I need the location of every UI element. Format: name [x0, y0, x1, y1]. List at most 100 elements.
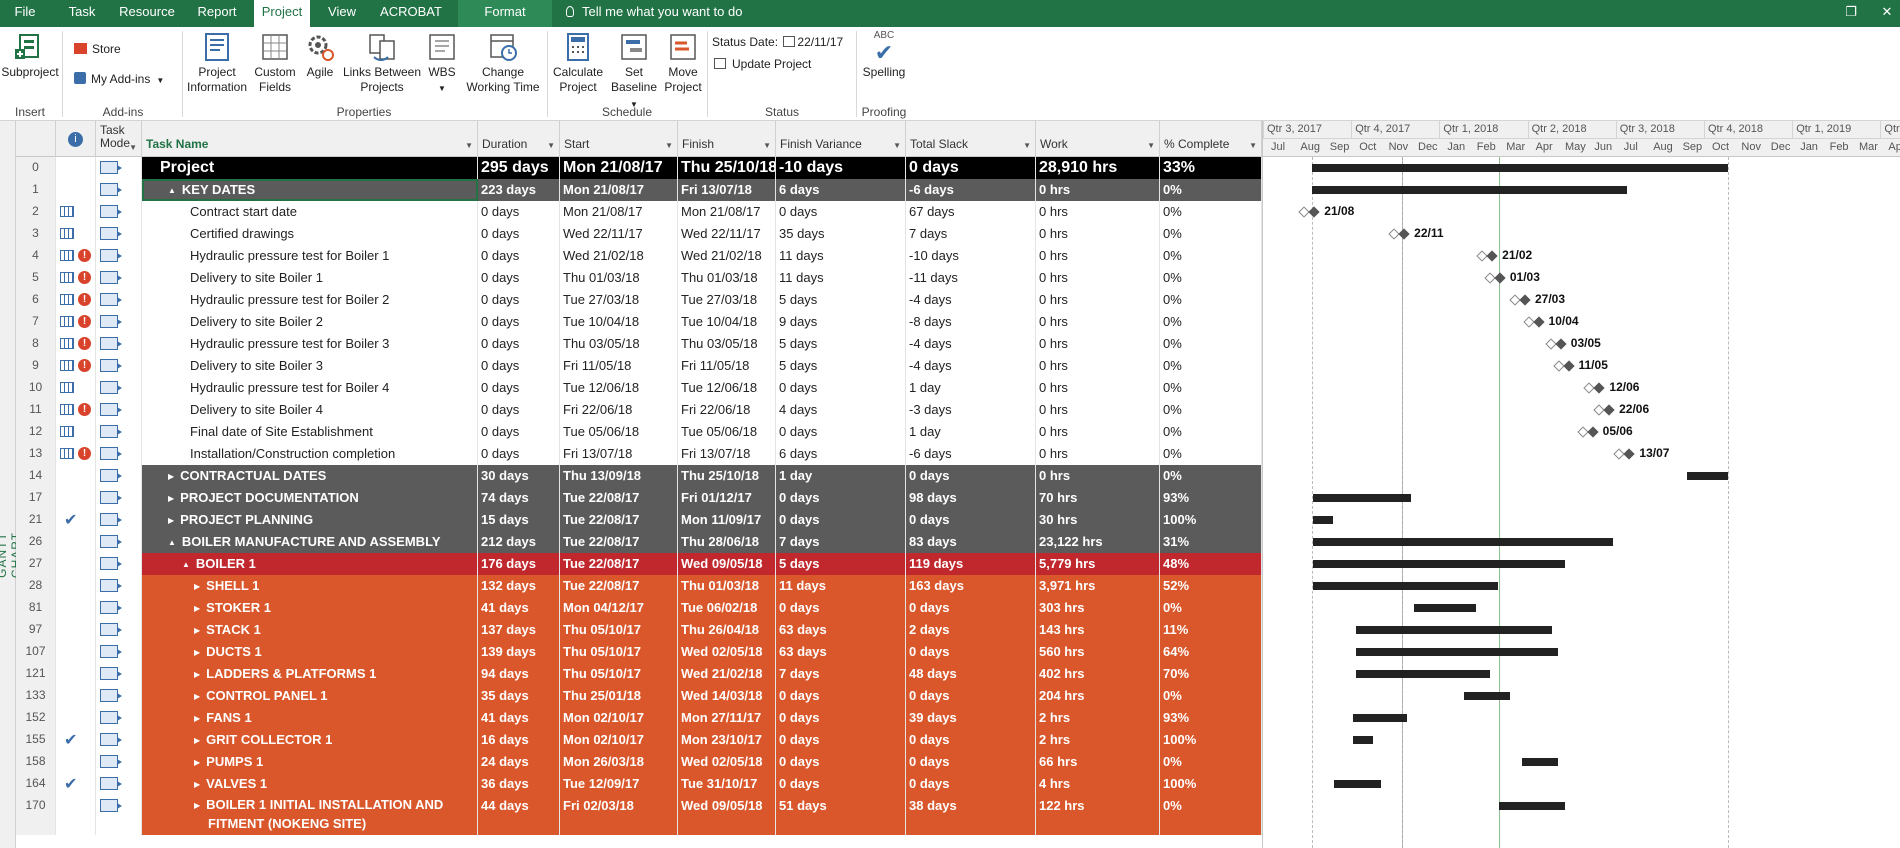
- project-information-button[interactable]: Project Information: [183, 31, 251, 95]
- milestone-marker[interactable]: [1623, 448, 1636, 460]
- row-pct[interactable]: 33%: [1160, 157, 1262, 179]
- row-task-name[interactable]: Hydraulic pressure test for Boiler 3: [142, 333, 478, 355]
- row-pct[interactable]: 0%: [1160, 443, 1262, 465]
- row-slack[interactable]: 0 days: [906, 157, 1036, 179]
- row-finish[interactable]: Thu 01/03/18: [678, 575, 776, 597]
- row-slack[interactable]: -4 days: [906, 355, 1036, 377]
- tell-me-search[interactable]: Tell me what you want to do: [562, 0, 742, 24]
- row-id[interactable]: 2: [16, 201, 56, 223]
- row-duration[interactable]: 0 days: [478, 421, 560, 443]
- row-task-name[interactable]: ▶ DUCTS 1: [142, 641, 478, 663]
- row-pct[interactable]: 0%: [1160, 597, 1262, 619]
- row-id[interactable]: 3: [16, 223, 56, 245]
- row-finish[interactable]: Wed 14/03/18: [678, 685, 776, 707]
- table-row[interactable]: 9! Delivery to site Boiler 30 days Fri 11/…: [16, 355, 1262, 377]
- row-work[interactable]: 204 hrs: [1036, 685, 1160, 707]
- row-task-name[interactable]: ▶ LADDERS & PLATFORMS 1: [142, 663, 478, 685]
- row-id[interactable]: 13: [16, 443, 56, 465]
- row-finish[interactable]: Wed 22/11/17: [678, 223, 776, 245]
- row-duration[interactable]: 176 days: [478, 553, 560, 575]
- row-task-mode[interactable]: [96, 575, 142, 597]
- row-finish[interactable]: Tue 05/06/18: [678, 421, 776, 443]
- row-task-mode[interactable]: [96, 707, 142, 729]
- row-variance[interactable]: 6 days: [776, 179, 906, 201]
- table-row[interactable]: 11! Delivery to site Boiler 40 days Fri 22…: [16, 399, 1262, 421]
- row-duration[interactable]: 35 days: [478, 685, 560, 707]
- row-work[interactable]: 303 hrs: [1036, 597, 1160, 619]
- row-id[interactable]: 121: [16, 663, 56, 685]
- header-task-mode[interactable]: Task Mode ▼: [96, 121, 142, 157]
- row-duration[interactable]: 94 days: [478, 663, 560, 685]
- row-work[interactable]: 3,971 hrs: [1036, 575, 1160, 597]
- row-pct[interactable]: 0%: [1160, 179, 1262, 201]
- row-start[interactable]: Tue 22/08/17: [560, 553, 678, 575]
- row-work[interactable]: 28,910 hrs: [1036, 157, 1160, 179]
- table-row[interactable]: 155 ✔ ▶ GRIT COLLECTOR 1 16 days Mon 02/10/17…: [16, 729, 1262, 751]
- row-task-mode[interactable]: [96, 179, 142, 201]
- agile-button[interactable]: Agile: [300, 31, 340, 80]
- table-row[interactable]: 6! Hydraulic pressure test for Boiler 2 0 …: [16, 289, 1262, 311]
- expand-icon[interactable]: ▶: [168, 488, 174, 509]
- row-slack[interactable]: 163 days: [906, 575, 1036, 597]
- status-date-field[interactable]: Status Date: 22/11/17: [712, 34, 843, 50]
- row-task-mode[interactable]: [96, 399, 142, 421]
- row-work[interactable]: 0 hrs: [1036, 223, 1160, 245]
- row-duration[interactable]: 36 days: [478, 773, 560, 795]
- change-working-time-button[interactable]: Change Working Time: [462, 31, 544, 95]
- summary-bar[interactable]: [1312, 164, 1728, 172]
- row-duration[interactable]: 15 days: [478, 509, 560, 531]
- collapse-icon[interactable]: ▲: [182, 554, 190, 575]
- row-task-mode[interactable]: [96, 553, 142, 575]
- row-slack[interactable]: -6 days: [906, 179, 1036, 201]
- row-duration[interactable]: 137 days: [478, 619, 560, 641]
- row-slack[interactable]: -10 days: [906, 245, 1036, 267]
- row-work[interactable]: 143 hrs: [1036, 619, 1160, 641]
- table-row[interactable]: 3 Certified drawings 0 days Wed 22/11/17 Wed…: [16, 223, 1262, 245]
- table-row[interactable]: 97 ▶ STACK 1 137 days Thu 05/10/17 Thu 26/04/…: [16, 619, 1262, 641]
- summary-bar[interactable]: [1313, 494, 1411, 502]
- expand-icon[interactable]: ▶: [194, 797, 200, 815]
- milestone-marker[interactable]: [1494, 272, 1506, 284]
- row-task-mode[interactable]: [96, 773, 142, 795]
- row-pct[interactable]: 0%: [1160, 465, 1262, 487]
- row-task-mode[interactable]: [96, 289, 142, 311]
- row-finish[interactable]: Tue 12/06/18: [678, 377, 776, 399]
- tab-resource[interactable]: Resource: [114, 0, 180, 27]
- row-pct[interactable]: 100%: [1160, 773, 1262, 795]
- summary-bar[interactable]: [1312, 186, 1628, 194]
- row-slack[interactable]: -3 days: [906, 399, 1036, 421]
- row-start[interactable]: Thu 05/10/17: [560, 663, 678, 685]
- row-start[interactable]: Tue 12/06/18: [560, 377, 678, 399]
- row-task-mode[interactable]: [96, 531, 142, 553]
- row-pct[interactable]: 0%: [1160, 289, 1262, 311]
- row-task-mode[interactable]: [96, 751, 142, 773]
- row-variance[interactable]: 0 days: [776, 377, 906, 399]
- row-pct[interactable]: 93%: [1160, 487, 1262, 509]
- row-slack[interactable]: 39 days: [906, 707, 1036, 729]
- row-task-name[interactable]: ▶ PUMPS 1: [142, 751, 478, 773]
- row-slack[interactable]: -4 days: [906, 289, 1036, 311]
- row-duration[interactable]: 139 days: [478, 641, 560, 663]
- wbs-button[interactable]: WBS ▼: [424, 31, 460, 96]
- subproject-button[interactable]: Subproject: [0, 31, 60, 80]
- row-finish[interactable]: Tue 10/04/18: [678, 311, 776, 333]
- row-variance[interactable]: 6 days: [776, 443, 906, 465]
- row-task-mode[interactable]: [96, 377, 142, 399]
- expand-icon[interactable]: ▶: [194, 774, 200, 795]
- row-task-name[interactable]: Hydraulic pressure test for Boiler 2: [142, 289, 478, 311]
- expand-icon[interactable]: ▶: [194, 620, 200, 641]
- summary-bar[interactable]: [1352, 736, 1374, 744]
- row-finish[interactable]: Wed 21/02/18: [678, 245, 776, 267]
- row-start[interactable]: Mon 21/08/17: [560, 179, 678, 201]
- row-task-name[interactable]: ▶ CONTRACTUAL DATES: [142, 465, 478, 487]
- row-work[interactable]: 0 hrs: [1036, 333, 1160, 355]
- row-id[interactable]: 17: [16, 487, 56, 509]
- row-variance[interactable]: 0 days: [776, 597, 906, 619]
- row-work[interactable]: 0 hrs: [1036, 443, 1160, 465]
- row-pct[interactable]: 11%: [1160, 619, 1262, 641]
- row-work[interactable]: 66 hrs: [1036, 751, 1160, 773]
- row-slack[interactable]: 0 days: [906, 641, 1036, 663]
- row-start[interactable]: Mon 21/08/17: [560, 157, 678, 179]
- row-duration[interactable]: 0 days: [478, 245, 560, 267]
- milestone-marker[interactable]: [1532, 316, 1545, 328]
